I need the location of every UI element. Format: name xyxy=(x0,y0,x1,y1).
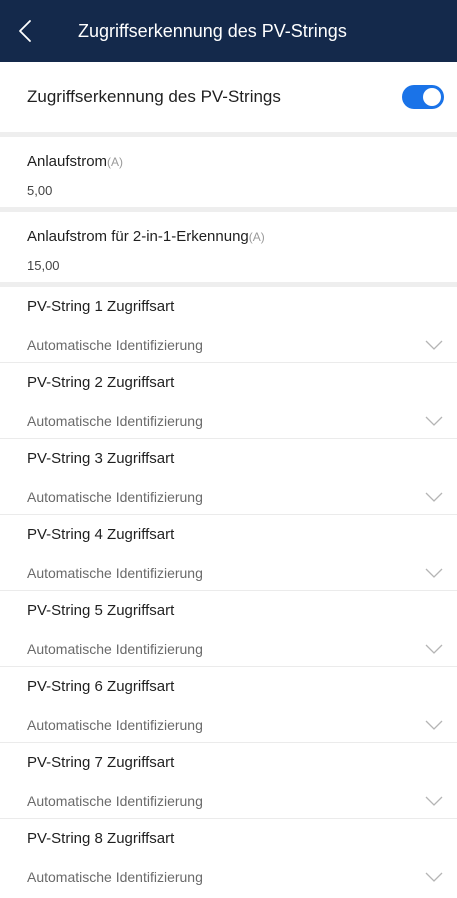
pv-string-label: PV-String 6 Zugriffsart xyxy=(27,678,175,695)
startup-current-2in1-label-text: Anlaufstrom für 2-in-1-Erkennung xyxy=(27,228,249,245)
pv-string-label: PV-String 5 Zugriffsart xyxy=(27,602,175,619)
pv-string-label: PV-String 8 Zugriffsart xyxy=(27,830,175,847)
pv-string-4-select[interactable]: PV-String 4 Zugriffsart Automatische Ide… xyxy=(0,515,457,591)
back-button[interactable] xyxy=(0,0,50,62)
pv-string-value: Automatische Identifizierung xyxy=(27,793,203,809)
chevron-down-icon xyxy=(425,720,443,730)
access-detection-label: Zugriffserkennung des PV-Strings xyxy=(27,87,281,106)
access-detection-toggle[interactable] xyxy=(402,85,444,109)
pv-string-label: PV-String 1 Zugriffsart xyxy=(27,298,175,315)
chevron-down-icon xyxy=(425,568,443,578)
chevron-left-icon xyxy=(18,19,32,43)
startup-current-2in1-value: 15,00 xyxy=(27,258,60,273)
pv-string-value: Automatische Identifizierung xyxy=(27,717,203,733)
chevron-down-icon xyxy=(425,340,443,350)
pv-string-value: Automatische Identifizierung xyxy=(27,869,203,885)
pv-string-value: Automatische Identifizierung xyxy=(27,489,203,505)
startup-current-value: 5,00 xyxy=(27,183,53,198)
chevron-down-icon xyxy=(425,492,443,502)
startup-current-unit: (A) xyxy=(107,155,124,169)
access-detection-row: Zugriffserkennung des PV-Strings xyxy=(0,62,457,132)
pv-string-label: PV-String 4 Zugriffsart xyxy=(27,526,175,543)
pv-string-5-select[interactable]: PV-String 5 Zugriffsart Automatische Ide… xyxy=(0,591,457,667)
pv-string-value: Automatische Identifizierung xyxy=(27,337,203,353)
pv-string-value: Automatische Identifizierung xyxy=(27,641,203,657)
pv-string-label: PV-String 7 Zugriffsart xyxy=(27,754,175,771)
startup-current-label: Anlaufstrom(A) xyxy=(27,153,123,170)
startup-current-2in1-label: Anlaufstrom für 2-in-1-Erkennung(A) xyxy=(27,228,265,245)
pv-string-6-select[interactable]: PV-String 6 Zugriffsart Automatische Ide… xyxy=(0,667,457,743)
startup-current-field[interactable]: Anlaufstrom(A) 5,00 xyxy=(0,137,457,207)
toggle-knob xyxy=(423,88,441,106)
pv-string-3-select[interactable]: PV-String 3 Zugriffsart Automatische Ide… xyxy=(0,439,457,515)
pv-string-1-select[interactable]: PV-String 1 Zugriffsart Automatische Ide… xyxy=(0,287,457,363)
chevron-down-icon xyxy=(425,644,443,654)
startup-current-2in1-unit: (A) xyxy=(248,230,265,244)
pv-string-list: PV-String 1 Zugriffsart Automatische Ide… xyxy=(0,287,457,895)
pv-string-label: PV-String 3 Zugriffsart xyxy=(27,450,175,467)
pv-string-7-select[interactable]: PV-String 7 Zugriffsart Automatische Ide… xyxy=(0,743,457,819)
pv-string-value: Automatische Identifizierung xyxy=(27,413,203,429)
pv-string-8-select[interactable]: PV-String 8 Zugriffsart Automatische Ide… xyxy=(0,819,457,895)
chevron-down-icon xyxy=(425,416,443,426)
startup-current-2in1-field[interactable]: Anlaufstrom für 2-in-1-Erkennung(A) 15,0… xyxy=(0,212,457,282)
pv-string-value: Automatische Identifizierung xyxy=(27,565,203,581)
top-app-bar: Zugriffserkennung des PV-Strings xyxy=(0,0,457,62)
pv-string-label: PV-String 2 Zugriffsart xyxy=(27,374,175,391)
startup-current-label-text: Anlaufstrom xyxy=(27,153,108,170)
chevron-down-icon xyxy=(425,872,443,882)
page-title: Zugriffserkennung des PV-Strings xyxy=(78,21,347,41)
pv-string-2-select[interactable]: PV-String 2 Zugriffsart Automatische Ide… xyxy=(0,363,457,439)
chevron-down-icon xyxy=(425,796,443,806)
screen: Zugriffserkennung des PV-Strings Zugriff… xyxy=(0,0,457,898)
